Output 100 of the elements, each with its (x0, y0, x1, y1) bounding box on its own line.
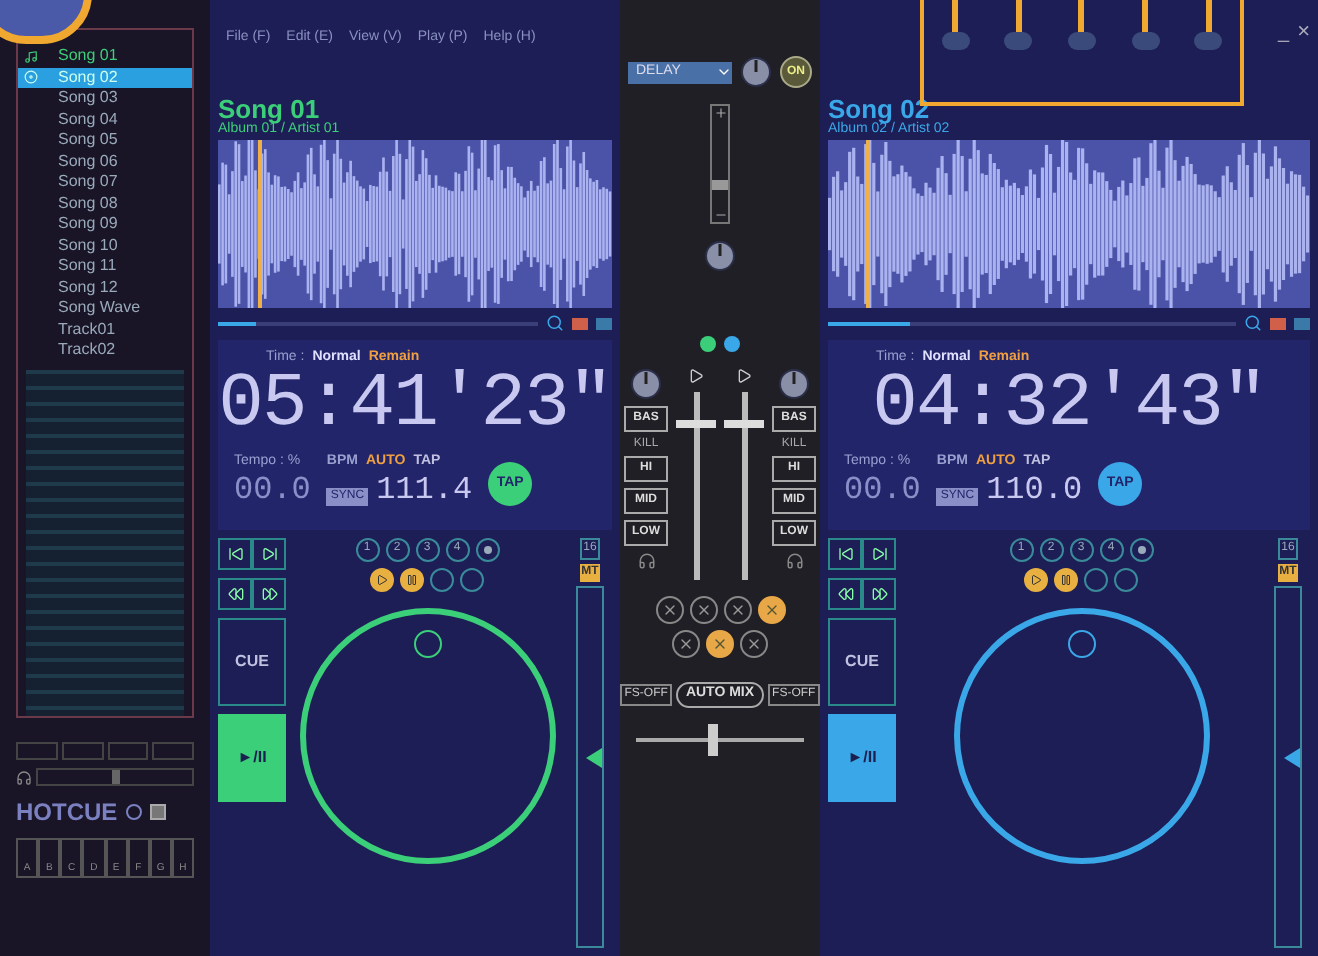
song-name: Song 05 (58, 132, 118, 149)
song-name: Song Wave (58, 300, 141, 317)
playlist-item[interactable]: Song 10 (18, 235, 192, 256)
song-name: Song 04 (58, 111, 118, 128)
cue-mix-thumb[interactable] (111, 770, 119, 784)
stop-icon[interactable] (149, 804, 166, 820)
song-name: Song 09 (58, 216, 118, 233)
hot-cue-icon[interactable] (370, 567, 394, 592)
play-pause-button[interactable]: ►/II (828, 713, 896, 802)
minimize-button[interactable]: _ (1278, 16, 1290, 49)
playlist-item[interactable]: Song 03 (18, 88, 192, 109)
record-icon[interactable] (125, 804, 142, 820)
bpm-readout: 111.4 (376, 473, 473, 506)
progress-track[interactable] (218, 321, 538, 326)
plus-icon[interactable] (713, 106, 727, 120)
playlist-item[interactable]: Track01 (18, 319, 192, 340)
playlist-item[interactable]: Song 06 (18, 151, 192, 172)
skin-button-callout[interactable] (1131, 0, 1160, 50)
playlist-item[interactable]: Song 04 (18, 109, 192, 130)
cue-button[interactable]: CUE (828, 617, 896, 706)
playhead-line[interactable] (257, 139, 262, 308)
song-name: Track01 (58, 321, 116, 338)
close-button[interactable]: × (1297, 16, 1310, 49)
song-title: Song 01 (218, 96, 322, 122)
song-name: Song 01 (58, 48, 118, 65)
transition-effect-icon[interactable] (672, 630, 700, 658)
skin-button-callout[interactable] (1194, 0, 1223, 50)
playlist-item[interactable]: Song 05 (18, 130, 192, 151)
song-name: Track02 (58, 342, 116, 359)
playlist-item[interactable]: Song 01 (18, 46, 192, 67)
playlist-item[interactable]: Song 12 (18, 277, 192, 298)
play-icon[interactable] (688, 368, 704, 384)
minus-icon[interactable] (713, 208, 727, 222)
headphones-icon[interactable] (637, 552, 655, 570)
song-name: Song 12 (58, 279, 118, 296)
volume-thumb[interactable] (676, 419, 716, 427)
pitch-thumb[interactable] (1284, 748, 1300, 769)
playlist-item[interactable]: Song 11 (18, 256, 192, 277)
play-icon[interactable] (736, 368, 752, 384)
play-pause-button[interactable]: ►/II (218, 713, 286, 802)
search-icon[interactable] (1244, 314, 1262, 333)
transition-effect-icon[interactable] (689, 596, 717, 624)
hot-cue-icon[interactable] (400, 567, 424, 592)
skin-button-callout[interactable] (941, 0, 970, 50)
knob-icon[interactable] (630, 368, 662, 400)
transition-effect-icon[interactable] (740, 630, 768, 658)
playlist-item[interactable]: Song 09 (18, 214, 192, 235)
knob-icon[interactable] (778, 368, 810, 400)
crossfader-thumb[interactable] (707, 723, 718, 755)
waveform-panel[interactable] (218, 139, 612, 308)
headphones-icon[interactable] (785, 552, 803, 570)
disc-icon (23, 70, 37, 85)
jog-marker-icon (413, 629, 441, 658)
crossfader-track[interactable] (636, 723, 804, 755)
search-icon[interactable] (546, 314, 564, 333)
song-name: Song 11 (58, 258, 117, 275)
deck-b-led-icon (724, 336, 740, 352)
progress-track[interactable] (828, 321, 1236, 326)
music-note-icon (23, 49, 37, 64)
playlist-item[interactable]: Song 08 (18, 193, 192, 214)
bpm-readout: 110.0 (986, 473, 1083, 506)
song-name: Song 08 (58, 195, 118, 212)
jog-wheel[interactable] (299, 607, 555, 864)
jog-wheel[interactable] (953, 607, 1209, 864)
volume-track[interactable] (676, 392, 716, 580)
cue-mix-slider[interactable] (36, 768, 194, 786)
skin-button-callout[interactable] (1004, 0, 1033, 50)
knob-icon[interactable] (740, 56, 772, 88)
jog-marker-icon (1067, 629, 1095, 658)
playlist-item[interactable]: Song Wave (18, 298, 192, 319)
skip-back-icon[interactable] (828, 537, 862, 570)
playlist-item[interactable]: Track02 (18, 340, 192, 361)
song-name: Song 07 (58, 174, 118, 191)
tempo-readout: 00.0 (844, 473, 921, 506)
time-readout: 04:32'43" (872, 368, 1266, 445)
waveform-panel[interactable] (828, 139, 1310, 308)
pitch-thumb[interactable] (586, 748, 602, 769)
playlist-item[interactable]: Song 07 (18, 172, 192, 193)
deck-a-led-icon (700, 336, 716, 352)
record-icon[interactable] (475, 537, 499, 562)
record-icon[interactable] (1129, 537, 1153, 562)
headphones-icon[interactable] (16, 769, 32, 785)
skip-back-icon[interactable] (218, 537, 252, 570)
transition-effect-icon[interactable] (723, 596, 751, 624)
transition-effect-icon[interactable] (706, 630, 734, 658)
master-volume-slider[interactable] (710, 104, 730, 224)
time-readout: 05:41'23" (218, 368, 612, 445)
hot-cue-icon[interactable] (1024, 567, 1048, 592)
song-name: Song 02 (58, 69, 118, 86)
transition-effect-icon[interactable] (757, 596, 785, 624)
volume-track[interactable] (724, 392, 764, 580)
cue-button[interactable]: CUE (218, 617, 286, 706)
volume-thumb[interactable] (724, 419, 764, 427)
hot-cue-icon[interactable] (1054, 567, 1078, 592)
master-volume-thumb[interactable] (712, 180, 728, 191)
skin-button-callout[interactable] (1067, 0, 1096, 50)
hotcue-title: HOTCUE (16, 796, 118, 830)
dropdown-caret-icon[interactable] (716, 64, 732, 80)
knob-icon[interactable] (704, 240, 736, 272)
transition-effect-icon[interactable] (655, 596, 683, 624)
